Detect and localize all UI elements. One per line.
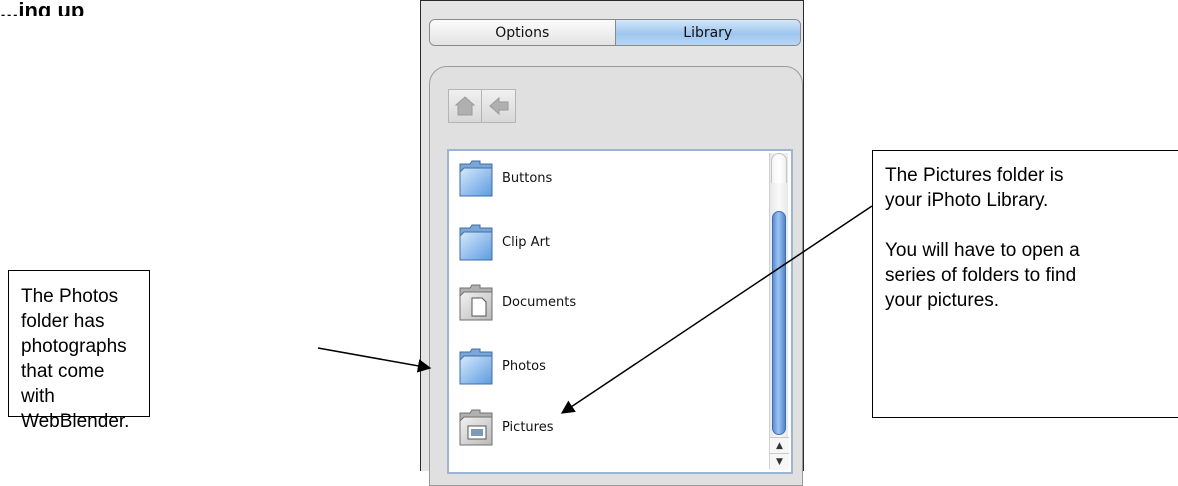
list-item[interactable]: Photos xyxy=(458,342,546,390)
callout-text: your pictures. xyxy=(885,290,1000,311)
callout-text: your iPhoto Library. xyxy=(885,190,1049,211)
scroll-down-arrow-icon[interactable]: ▼ xyxy=(770,453,789,470)
folder-icon xyxy=(459,348,493,385)
callout-text: The Photos folder has xyxy=(21,286,119,332)
callout-text: You will have to open a xyxy=(885,240,1080,261)
house-icon xyxy=(454,96,476,116)
callout-text: with WebBlender. xyxy=(21,386,130,432)
tab-options[interactable]: Options xyxy=(430,20,615,45)
library-folder-list[interactable]: Buttons Clip Art Documents Photos Pictur… xyxy=(447,149,793,474)
folder-label: Documents xyxy=(502,294,577,310)
folder-icon xyxy=(459,224,493,261)
list-item[interactable]: Documents xyxy=(458,278,576,326)
callout-spacer xyxy=(885,213,1178,238)
folder-label: Photos xyxy=(502,358,546,374)
folder-icon xyxy=(459,160,493,197)
navigation-buttons xyxy=(448,89,516,123)
callout-text: photographs that come xyxy=(21,336,127,382)
scroll-thumb[interactable] xyxy=(772,211,786,435)
back-button[interactable] xyxy=(482,89,516,123)
scroll-track-cap xyxy=(771,153,787,183)
documents-folder-icon xyxy=(459,284,493,321)
list-item[interactable]: Buttons xyxy=(458,154,552,202)
list-item[interactable]: Clip Art xyxy=(458,218,550,266)
photos-callout: The Photos folder has photographs that c… xyxy=(8,270,150,432)
pictures-folder-icon xyxy=(459,409,493,446)
tab-bar: Options Library xyxy=(429,19,801,46)
home-button[interactable] xyxy=(448,89,482,123)
library-content: Buttons Clip Art Documents Photos Pictur… xyxy=(429,66,803,486)
scroll-up-arrow-icon[interactable]: ▲ xyxy=(770,437,789,454)
photos-pointer-arrow xyxy=(317,347,432,373)
pictures-callout: The Pictures folder is your iPhoto Libra… xyxy=(872,150,1178,418)
page-heading: ...ing up xyxy=(0,0,85,16)
vertical-scrollbar[interactable]: ▲ ▼ xyxy=(769,153,789,470)
list-item[interactable]: Pictures xyxy=(458,403,553,451)
folder-label: Pictures xyxy=(502,419,554,435)
callout-text: series of folders to find xyxy=(885,265,1077,286)
callout-text: The Pictures folder is xyxy=(885,165,1064,186)
folder-label: Buttons xyxy=(502,170,553,186)
back-arrow-icon xyxy=(488,96,508,116)
folder-label: Clip Art xyxy=(502,234,551,250)
library-panel: Options Library Buttons Clip Art Documen… xyxy=(420,0,804,486)
tab-library[interactable]: Library xyxy=(614,20,800,45)
